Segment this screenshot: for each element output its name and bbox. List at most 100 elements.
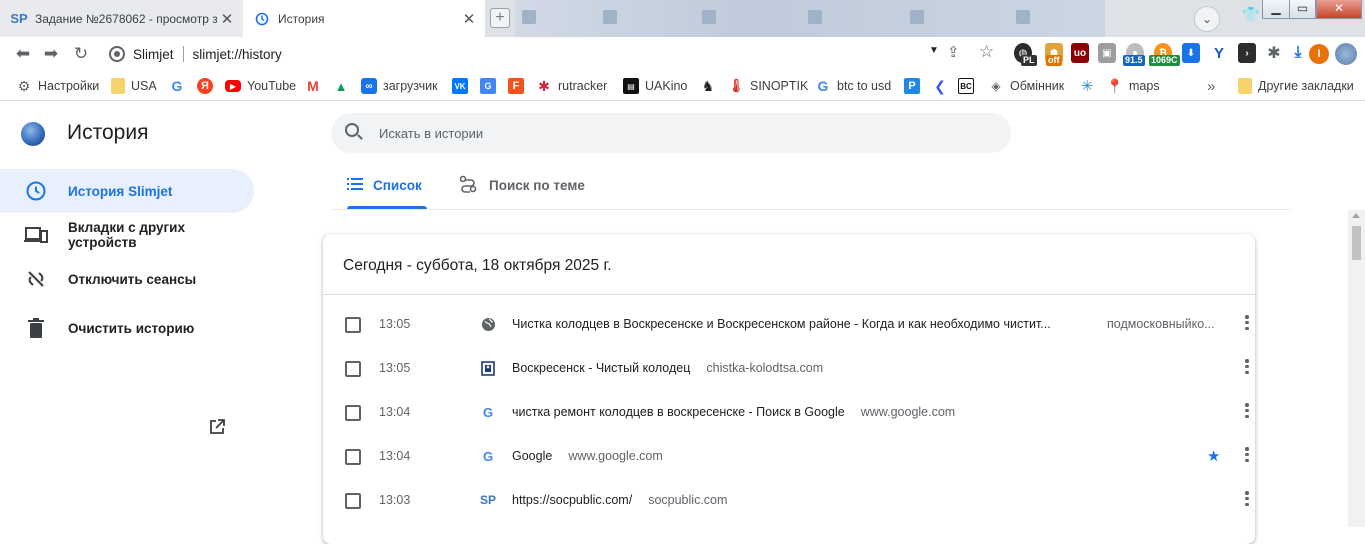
history-entry[interactable]: 13:05 Воскресенск - Чистый колодец chistk… [323, 347, 1255, 391]
background-tab-icon[interactable] [1016, 10, 1030, 24]
background-tab-icon[interactable] [910, 10, 924, 24]
bookmark-maps[interactable]: 📍 maps [1106, 77, 1159, 95]
ublock-icon[interactable]: uo [1071, 43, 1089, 63]
forward-arrow-icon[interactable]: ➡ [40, 44, 62, 64]
more-actions-icon[interactable] [1245, 315, 1249, 335]
bookmark-spark[interactable]: ✳ [1079, 77, 1095, 95]
bookmark-youtube[interactable]: ▶ YouTube [225, 77, 296, 95]
tab-task[interactable]: SP Задание №2678062 - просмотр за ✕ [0, 0, 243, 37]
tab-search-chevron-icon[interactable]: ⌄ [1194, 6, 1220, 32]
profile-avatar[interactable]: I [1309, 44, 1329, 64]
bookmark-star-icon[interactable]: ☆ [979, 42, 994, 62]
entry-checkbox[interactable] [345, 361, 361, 377]
bookmarks-overflow-chevron[interactable]: » [1207, 77, 1215, 95]
background-tab-icon[interactable] [603, 10, 617, 24]
close-tab-icon[interactable]: ✕ [459, 10, 479, 28]
bookmarked-star-icon[interactable]: ★ [1207, 447, 1220, 465]
v-extension-icon[interactable]: Y [1210, 43, 1228, 63]
bookmark-sinoptik[interactable]: 🌡 SINOPTIK [728, 77, 809, 95]
bookmark-yandex[interactable]: Я [197, 77, 213, 95]
open-in-new-icon[interactable] [209, 419, 225, 435]
new-tab-button[interactable]: + [490, 8, 510, 28]
briefcase-extension-icon[interactable]: ▣ [1098, 43, 1116, 63]
history-search-input[interactable] [377, 113, 977, 153]
site-favicon-icon [480, 360, 496, 376]
tab-topic-search[interactable]: Поиск по теме [459, 161, 599, 209]
history-entry[interactable]: 13:05 Чистка колодцев в Воскресенске и В… [323, 303, 1255, 347]
tab-list[interactable]: Список [347, 161, 427, 209]
bookmark-other[interactable]: Другие закладки [1238, 77, 1354, 95]
bookmark-folder-usa[interactable]: USA [111, 77, 157, 95]
history-entry[interactable]: 13:03 SP https://socpublic.com/socpublic… [323, 479, 1255, 523]
reload-icon[interactable]: ↻ [70, 44, 92, 64]
background-tab-icon[interactable] [702, 10, 716, 24]
download-extension-icon[interactable]: ⬇ [1182, 43, 1200, 63]
address-bar[interactable]: Slimjet slimjet://history ▼ ⇪ ☆ [104, 40, 1004, 68]
maximize-button[interactable]: ▭ [1289, 0, 1316, 19]
tab-title: Задание №2678062 - просмотр за [35, 11, 217, 26]
entry-title[interactable]: https://socpublic.com/ [512, 493, 632, 507]
url-text[interactable]: slimjet://history [193, 47, 282, 62]
bookmark-f[interactable]: F [508, 77, 524, 95]
sidebar-item-clear-history[interactable]: Очистить историю [0, 306, 254, 350]
bookmark-settings[interactable]: ⚙ Настройки [16, 77, 100, 95]
slimjet-logo-icon [21, 122, 45, 146]
tab-title: История [278, 11, 325, 26]
entry-title[interactable]: Google [512, 449, 552, 463]
vertical-scrollbar[interactable] [1348, 210, 1365, 527]
back-arrow-icon[interactable]: ⬅ [12, 44, 34, 64]
history-entry[interactable]: 13:04 G Google www.google.com ★ [323, 435, 1255, 479]
bookmark-google[interactable]: G [169, 77, 185, 95]
history-search[interactable] [331, 113, 1011, 153]
background-tab-icon[interactable] [522, 10, 536, 24]
entry-checkbox[interactable] [345, 317, 361, 333]
bookmark-bc[interactable]: BC [958, 77, 974, 95]
history-entry[interactable]: 13:04 G чистка ремонт колодцев в воскрес… [323, 391, 1255, 435]
tab-history[interactable]: История ✕ [243, 0, 485, 37]
bookmark-uakino[interactable]: ▤ UAKino [623, 77, 687, 95]
close-tab-icon[interactable]: ✕ [217, 10, 237, 28]
entry-title[interactable]: Воскресенск - Чистый колодец [512, 361, 690, 375]
unlink-icon [24, 267, 48, 291]
bookmark-translate[interactable]: G [480, 77, 496, 95]
sidebar-item-other-devices[interactable]: Вкладки с других устройств [0, 213, 254, 257]
entry-title[interactable]: чистка ремонт колодцев в воскресенске - … [512, 405, 845, 419]
close-window-button[interactable]: ✕ [1316, 0, 1362, 19]
entry-checkbox[interactable] [345, 493, 361, 509]
scroll-up-arrow-icon[interactable] [1352, 213, 1360, 218]
more-actions-icon[interactable] [1245, 447, 1249, 467]
slimjet-menu-icon[interactable] [1335, 43, 1357, 65]
devices-icon [24, 223, 48, 247]
share-icon[interactable]: ⇪ [947, 43, 960, 61]
sidebar-item-label: Отключить сеансы [68, 271, 197, 287]
sidebar-item-disable-sessions[interactable]: Отключить сеансы [0, 257, 254, 301]
downloads-icon[interactable]: ⤓ [1289, 43, 1307, 63]
background-tab-icon[interactable] [808, 10, 822, 24]
bookmark-exchanger[interactable]: ◈ Обмінник [988, 77, 1064, 95]
minimize-button[interactable]: ▁ [1262, 0, 1290, 19]
bookmark-p[interactable]: P [904, 77, 920, 95]
scrollbar-thumb[interactable] [1352, 226, 1361, 260]
bookmark-gmail[interactable]: M [305, 77, 321, 95]
more-actions-icon[interactable] [1245, 359, 1249, 379]
bookmark-btc-to-usd[interactable]: Gbtc to usd [815, 77, 892, 95]
more-actions-icon[interactable] [1245, 403, 1249, 423]
bookmark-downloader[interactable]: ∞ загрузчик [361, 77, 438, 95]
more-actions-icon[interactable] [1245, 491, 1249, 511]
bookmark-drive[interactable]: ▲ [333, 77, 349, 95]
entry-text: https://socpublic.com/socpublic.com [512, 493, 727, 507]
sidebar-item-history[interactable]: История Slimjet [0, 169, 254, 213]
entry-title[interactable]: Чистка колодцев в Воскресенске и Воскрес… [512, 317, 1051, 331]
bookmark-label: загрузчик [383, 79, 438, 93]
bookmark-vk[interactable]: VK [452, 77, 468, 95]
entry-checkbox[interactable] [345, 405, 361, 421]
entry-checkbox[interactable] [345, 449, 361, 465]
bookmark-arrow[interactable]: ❮ [932, 77, 948, 95]
puzzle-extensions-icon[interactable]: ✱ [1265, 43, 1283, 63]
theme-shirt-icon[interactable]: 👕 [1242, 6, 1260, 22]
address-dropdown-icon[interactable]: ▼ [929, 45, 939, 56]
spark-icon: ✳ [1080, 78, 1094, 95]
bookmark-chess[interactable]: ♞ [700, 77, 716, 95]
terminal-extension-icon[interactable]: › [1238, 43, 1256, 63]
bookmark-rutracker[interactable]: ✱ rutracker [536, 77, 607, 95]
